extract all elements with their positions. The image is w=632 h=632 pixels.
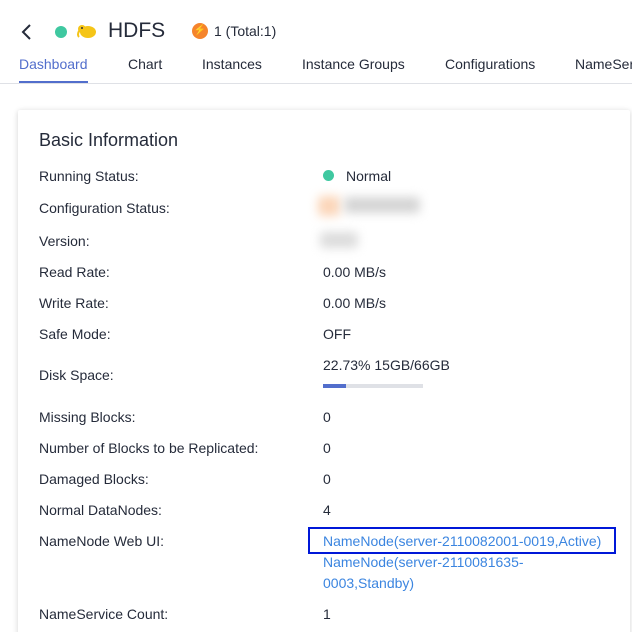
active-tab-indicator <box>19 81 88 83</box>
nameservice-count-value: 1 <box>323 606 331 622</box>
nameservice-count-label: NameService Count: <box>39 606 169 622</box>
tab-bar: Dashboard Chart Instances Instance Group… <box>0 52 632 84</box>
card-title: Basic Information <box>39 130 179 150</box>
tab-instances[interactable]: Instances <box>202 55 262 73</box>
safe-mode-label: Safe Mode: <box>39 326 111 342</box>
namenode-standby-link[interactable]: NameNode(server-2110081635- <box>323 553 524 571</box>
back-icon[interactable] <box>18 22 36 42</box>
safe-mode-value: OFF <box>323 326 351 342</box>
normal-datanodes-label: Normal DataNodes: <box>39 502 162 518</box>
alarm-icon[interactable]: ⚡ <box>192 23 208 39</box>
disk-usage-fill <box>323 384 346 388</box>
disk-usage-bar <box>323 384 423 388</box>
hdfs-elephant-icon <box>77 25 96 38</box>
write-rate-value: 0.00 MB/s <box>323 295 387 311</box>
configuration-status-label: Configuration Status: <box>39 200 170 216</box>
version-label: Version: <box>39 233 90 249</box>
page-header: HDFS ⚡ 1 (Total:1) Dashboard Chart Insta… <box>0 0 632 84</box>
namenode-web-ui-label: NameNode Web UI: <box>39 533 165 549</box>
tab-nameservice[interactable]: NameServ <box>575 55 632 73</box>
missing-blocks-label: Missing Blocks: <box>39 409 136 425</box>
namenode-active-highlight <box>308 527 616 554</box>
write-rate-label: Write Rate: <box>39 295 109 311</box>
configuration-status-value <box>344 197 420 213</box>
running-status-label: Running Status: <box>39 168 139 184</box>
tab-dashboard[interactable]: Dashboard <box>19 55 88 73</box>
namenode-standby-link-continued[interactable]: 0003,Standby) <box>323 574 414 592</box>
disk-space-label: Disk Space: <box>39 367 114 383</box>
normal-datanodes-value: 4 <box>323 502 331 518</box>
blocks-to-replicate-value: 0 <box>323 440 331 456</box>
alarm-count[interactable]: 1 (Total:1) <box>214 22 276 40</box>
tab-instance-groups[interactable]: Instance Groups <box>302 55 405 73</box>
status-normal-dot <box>323 170 334 181</box>
disk-space-value: 22.73% 15GB/66GB <box>323 357 450 373</box>
read-rate-value: 0.00 MB/s <box>323 264 387 280</box>
damaged-blocks-label: Damaged Blocks: <box>39 471 149 487</box>
read-rate-label: Read Rate: <box>39 264 110 280</box>
configuration-status-icon <box>318 196 340 216</box>
service-status-dot <box>55 26 67 38</box>
service-title: HDFS <box>108 19 166 42</box>
missing-blocks-value: 0 <box>323 409 331 425</box>
damaged-blocks-value: 0 <box>323 471 331 487</box>
version-value <box>320 232 358 248</box>
blocks-to-replicate-label: Number of Blocks to be Replicated: <box>39 440 259 456</box>
tab-configurations[interactable]: Configurations <box>445 55 535 73</box>
tab-chart[interactable]: Chart <box>128 55 162 73</box>
running-status-value: Normal <box>346 168 392 184</box>
